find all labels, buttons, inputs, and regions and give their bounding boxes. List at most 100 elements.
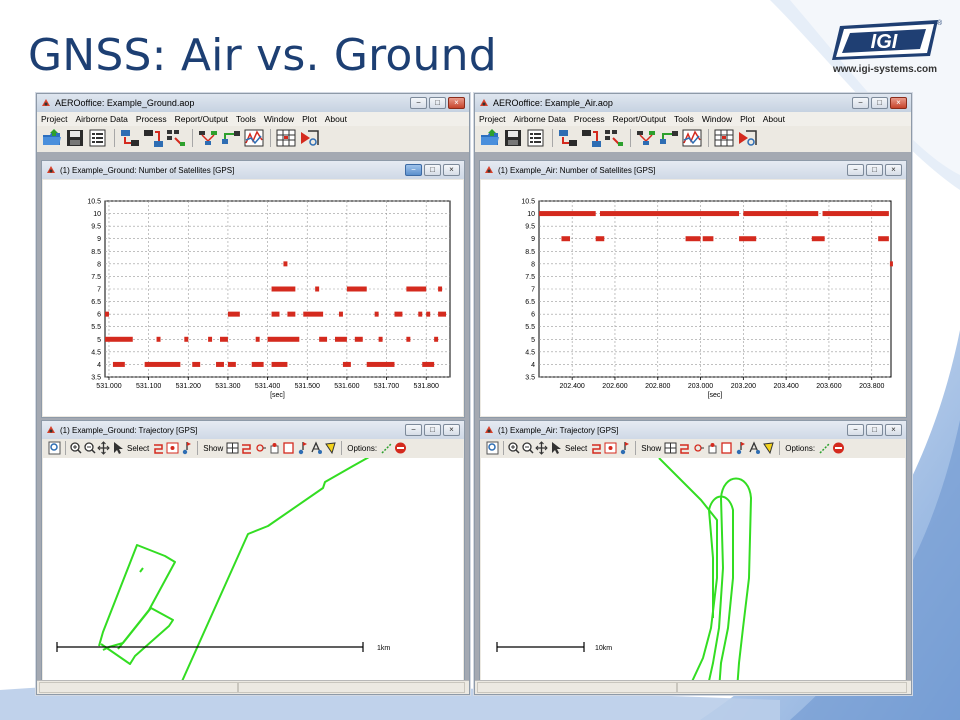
close-button[interactable]: × <box>448 97 465 109</box>
close-button[interactable]: × <box>443 424 460 436</box>
list-report-icon[interactable] <box>87 128 109 148</box>
air-trajectory-title-bar[interactable]: (1) Example_Air: Trajectory [GPS] − □ × <box>480 421 906 439</box>
minimize-button[interactable]: − <box>847 164 864 176</box>
minimize-button[interactable]: − <box>847 424 864 436</box>
list-report-icon[interactable] <box>525 128 547 148</box>
menu-process[interactable]: Process <box>132 114 171 124</box>
menu-tools[interactable]: Tools <box>670 114 698 124</box>
minimize-button[interactable]: − <box>405 424 422 436</box>
network-icon[interactable] <box>635 128 657 148</box>
table-icon[interactable] <box>713 128 735 148</box>
select-line-icon[interactable] <box>590 441 603 455</box>
save-disk-icon[interactable] <box>64 128 86 148</box>
select-box-icon[interactable] <box>166 441 179 455</box>
maximize-button[interactable]: □ <box>871 97 888 109</box>
show-area-icon[interactable] <box>762 441 775 455</box>
minimize-button[interactable]: − <box>405 164 422 176</box>
menu-project[interactable]: Project <box>37 114 71 124</box>
pan-icon[interactable] <box>535 441 548 455</box>
stop-icon[interactable] <box>394 441 407 455</box>
air-satellites-title-bar[interactable]: (1) Example_Air: Number of Satellites [G… <box>480 161 906 179</box>
show-grid-icon[interactable] <box>664 441 677 455</box>
air-satellites-y-tick-label: 5.5 <box>525 324 535 331</box>
menu-about[interactable]: About <box>321 114 351 124</box>
menu-report-output[interactable]: Report/Output <box>171 114 232 124</box>
menu-about[interactable]: About <box>759 114 789 124</box>
transfer-icon[interactable] <box>142 128 164 148</box>
import-icon[interactable] <box>557 128 579 148</box>
show-markers-icon[interactable] <box>734 441 747 455</box>
zoom-in-icon[interactable] <box>507 441 520 455</box>
ground-satellites-title-bar[interactable]: (1) Example_Ground: Number of Satellites… <box>42 161 464 179</box>
grid-points-icon[interactable] <box>165 128 187 148</box>
menu-airborne-data[interactable]: Airborne Data <box>509 114 569 124</box>
open-folder-icon[interactable] <box>479 128 501 148</box>
zoom-out-icon[interactable] <box>83 441 96 455</box>
show-symbols-icon[interactable] <box>268 441 281 455</box>
show-frame-icon[interactable] <box>282 441 295 455</box>
grid-points-icon[interactable] <box>603 128 625 148</box>
select-point-icon[interactable] <box>618 441 631 455</box>
maximize-button[interactable]: □ <box>866 164 883 176</box>
pan-icon[interactable] <box>97 441 110 455</box>
show-points-icon[interactable] <box>254 441 267 455</box>
table-icon[interactable] <box>275 128 297 148</box>
show-labels-icon[interactable] <box>310 441 323 455</box>
select-box-icon[interactable] <box>604 441 617 455</box>
show-labels-icon[interactable] <box>748 441 761 455</box>
show-symbols-icon[interactable] <box>706 441 719 455</box>
close-button[interactable]: × <box>885 164 902 176</box>
pointer-icon[interactable] <box>549 441 562 455</box>
transfer-icon[interactable] <box>580 128 602 148</box>
show-frame-icon[interactable] <box>720 441 733 455</box>
minimize-button[interactable]: − <box>410 97 427 109</box>
maximize-button[interactable]: □ <box>424 164 441 176</box>
menu-report-output[interactable]: Report/Output <box>609 114 670 124</box>
maximize-button[interactable]: □ <box>866 424 883 436</box>
options-path-icon[interactable] <box>380 441 393 455</box>
menu-airborne-data[interactable]: Airborne Data <box>71 114 131 124</box>
show-area-icon[interactable] <box>324 441 337 455</box>
show-markers-icon[interactable] <box>296 441 309 455</box>
chart-icon[interactable] <box>681 128 703 148</box>
show-lines-icon[interactable] <box>678 441 691 455</box>
close-button[interactable]: × <box>885 424 902 436</box>
show-grid-icon[interactable] <box>226 441 239 455</box>
menu-plot[interactable]: Plot <box>736 114 759 124</box>
zoom-in-icon[interactable] <box>69 441 82 455</box>
menu-window[interactable]: Window <box>260 114 298 124</box>
show-lines-icon[interactable] <box>240 441 253 455</box>
options-path-icon[interactable] <box>818 441 831 455</box>
pointer-icon[interactable] <box>111 441 124 455</box>
chart-icon[interactable] <box>243 128 265 148</box>
close-button[interactable]: × <box>443 164 460 176</box>
ground-title-bar[interactable]: AEROoffice: Example_Ground.aop − □ × <box>37 94 469 112</box>
select-point-icon[interactable] <box>180 441 193 455</box>
calculator-icon[interactable] <box>298 128 320 148</box>
import-icon[interactable] <box>119 128 141 148</box>
show-points-icon[interactable] <box>692 441 705 455</box>
open-folder-icon[interactable] <box>41 128 63 148</box>
minimize-button[interactable]: − <box>852 97 869 109</box>
calculator-icon[interactable] <box>736 128 758 148</box>
zoom-out-icon[interactable] <box>521 441 534 455</box>
zoom-window-icon[interactable] <box>48 441 61 455</box>
stop-icon[interactable] <box>832 441 845 455</box>
menu-window[interactable]: Window <box>698 114 736 124</box>
menu-plot[interactable]: Plot <box>298 114 321 124</box>
menu-process[interactable]: Process <box>570 114 609 124</box>
connect-icon[interactable] <box>658 128 680 148</box>
menu-project[interactable]: Project <box>475 114 509 124</box>
connect-icon[interactable] <box>220 128 242 148</box>
zoom-window-icon[interactable] <box>486 441 499 455</box>
maximize-button[interactable]: □ <box>424 424 441 436</box>
select-line-icon[interactable] <box>152 441 165 455</box>
ground-trajectory-title-bar[interactable]: (1) Example_Ground: Trajectory [GPS] − □… <box>42 421 464 439</box>
ground-window-title: AEROoffice: Example_Ground.aop <box>55 98 195 108</box>
network-icon[interactable] <box>197 128 219 148</box>
menu-tools[interactable]: Tools <box>232 114 260 124</box>
close-button[interactable]: × <box>890 97 907 109</box>
air-title-bar[interactable]: AEROoffice: Example_Air.aop − □ × <box>475 94 911 112</box>
maximize-button[interactable]: □ <box>429 97 446 109</box>
save-disk-icon[interactable] <box>502 128 524 148</box>
